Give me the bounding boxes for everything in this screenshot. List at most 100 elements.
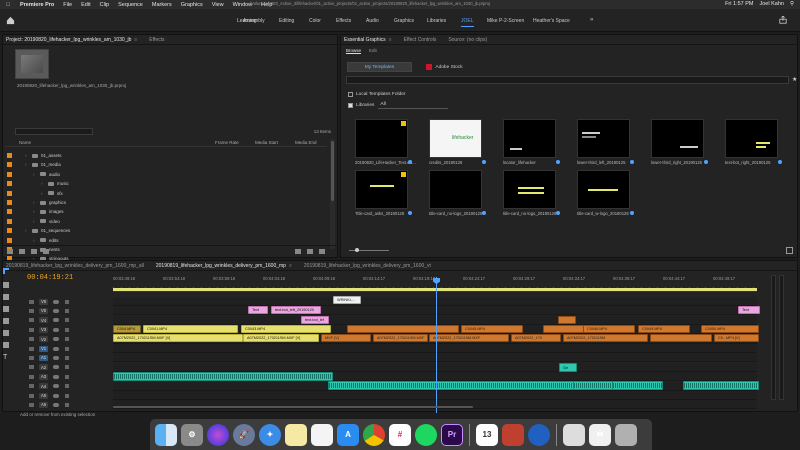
clip-audio[interactable]: Ge	[559, 363, 577, 372]
label-color-swatch[interactable]	[7, 218, 12, 224]
track-lane[interactable]	[113, 391, 757, 400]
panel-menu-icon[interactable]: ≡	[389, 37, 392, 43]
clip-video[interactable]: A07M2022_1702115M	[563, 334, 648, 342]
tab-essential-graphics[interactable]: Essential Graphics ≡	[344, 37, 392, 43]
clip-audio[interactable]	[113, 372, 333, 381]
tab-browse[interactable]: Browse	[346, 48, 362, 54]
project-bin-row[interactable]: › 01_media	[7, 160, 322, 169]
mail-icon[interactable]: ✉	[589, 423, 611, 446]
pen-tool-icon[interactable]	[3, 330, 9, 336]
track-target[interactable]: A4	[39, 383, 48, 390]
lock-icon[interactable]	[7, 249, 13, 254]
sync-lock-icon[interactable]	[65, 299, 69, 304]
calendar-icon[interactable]: 13	[476, 423, 498, 446]
workspace-graphics[interactable]: Graphics	[394, 18, 414, 24]
clip-video[interactable]: A07M2022_170211SM.MXF	[373, 334, 428, 342]
project-bin-row[interactable]: › 01_assets	[7, 151, 322, 160]
user-name[interactable]: Joel Kahn	[760, 1, 784, 7]
eye-icon[interactable]	[53, 299, 59, 304]
clip-video[interactable]: C0041.MP4	[143, 325, 238, 333]
solo-icon[interactable]	[65, 393, 69, 398]
premiere-pro-icon[interactable]: Pr	[441, 423, 463, 446]
more-workspaces-icon[interactable]: »	[590, 17, 593, 23]
finder-icon[interactable]	[155, 423, 177, 446]
work-area-bar[interactable]	[113, 288, 757, 291]
mute-icon[interactable]	[53, 365, 59, 370]
track-lane[interactable]	[113, 297, 757, 306]
template-item[interactable]: lower-third_left_20190125	[577, 119, 634, 165]
label-color-swatch[interactable]	[7, 228, 12, 234]
eye-icon[interactable]	[53, 318, 59, 323]
launchpad-icon[interactable]: 🚀	[233, 423, 255, 446]
label-color-swatch[interactable]	[7, 162, 12, 168]
mute-icon[interactable]	[53, 393, 59, 398]
label-color-swatch[interactable]	[7, 181, 12, 187]
track-target[interactable]: V2	[39, 336, 48, 343]
selection-tool-icon[interactable]	[3, 268, 9, 274]
track-target[interactable]: V3	[39, 326, 48, 333]
eye-icon[interactable]	[53, 346, 59, 351]
sync-lock-icon[interactable]	[65, 318, 69, 323]
solo-icon[interactable]	[65, 365, 69, 370]
workspace-audio[interactable]: Audio	[366, 18, 379, 24]
lock-icon[interactable]	[29, 365, 34, 370]
eye-icon[interactable]	[53, 308, 59, 313]
siri-icon[interactable]	[207, 423, 229, 446]
disclosure-triangle-icon[interactable]: ›	[33, 200, 37, 205]
apple-icon[interactable]: 	[6, 2, 14, 8]
project-bin-row[interactable]: › graphics	[7, 198, 322, 207]
home-icon[interactable]	[6, 16, 15, 25]
workspace-mike[interactable]: Mike P-2-Screen	[487, 18, 524, 24]
disclosure-triangle-icon[interactable]: ›	[33, 209, 37, 214]
app-store-icon[interactable]: A	[337, 423, 359, 446]
track-target[interactable]: A5	[39, 392, 48, 399]
checkbox-box[interactable]	[348, 102, 353, 108]
label-color-swatch[interactable]	[7, 209, 12, 215]
mute-icon[interactable]	[53, 384, 59, 389]
project-bin-row[interactable]: › images	[7, 207, 322, 216]
track-target[interactable]: A3	[39, 373, 48, 380]
label-color-swatch[interactable]	[7, 171, 12, 177]
tab-sequence-vt[interactable]: 20190819_lifehacker_lpg_wrinkles_deliver…	[304, 263, 431, 269]
template-item[interactable]: lower-third_right_20190125	[651, 119, 708, 165]
col-media-end[interactable]: Media End	[295, 140, 317, 145]
razor-tool-icon[interactable]	[3, 306, 9, 312]
clip-video[interactable]: A07M2022_170211SM.MXF [V]	[113, 334, 243, 342]
type-tool-icon[interactable]: T	[3, 354, 9, 361]
track-target[interactable]: A2	[39, 364, 48, 371]
workspace-heather[interactable]: Heather's Space	[533, 18, 570, 24]
template-item[interactable]: 20190820_LifeHacker_Text.ccl...	[355, 119, 416, 165]
menu-markers[interactable]: Markers	[152, 2, 172, 8]
template-item[interactable]: text-bot_right_20190125	[725, 119, 782, 165]
menu-sequence[interactable]: Sequence	[118, 2, 143, 8]
track-lane[interactable]	[113, 353, 757, 363]
slip-tool-icon[interactable]	[3, 318, 9, 324]
tab-source[interactable]: Source: (no clips)	[448, 37, 487, 43]
lock-icon[interactable]	[29, 318, 34, 323]
lock-icon[interactable]	[29, 299, 34, 304]
lock-icon[interactable]	[29, 346, 34, 351]
disclosure-triangle-icon[interactable]: ›	[25, 153, 29, 158]
spotify-icon[interactable]	[415, 423, 437, 446]
lock-icon[interactable]	[29, 327, 34, 332]
template-item[interactable]: Title-card_asks_20190128	[355, 170, 412, 216]
lock-icon[interactable]	[29, 308, 34, 313]
track-target[interactable]: V6	[39, 298, 48, 305]
track-lane[interactable]	[113, 344, 757, 353]
lock-icon[interactable]	[29, 384, 34, 389]
clip-graphic[interactable]: text-bot_lef	[301, 316, 329, 324]
label-color-swatch[interactable]	[7, 153, 12, 158]
menu-clip[interactable]: Clip	[100, 2, 109, 8]
menu-view[interactable]: View	[212, 2, 224, 8]
clip-graphic[interactable]: text-bot_left_20190120	[271, 306, 321, 314]
lock-icon[interactable]	[29, 402, 34, 407]
sync-lock-icon[interactable]	[65, 337, 69, 342]
timeline-scrollbar[interactable]	[113, 406, 473, 408]
template-item[interactable]: lifehacker credits_20190128	[429, 119, 486, 165]
sync-lock-icon[interactable]	[65, 346, 69, 351]
panel-menu-icon[interactable]: ≡	[134, 37, 137, 43]
workspace-effects[interactable]: Effects	[336, 18, 351, 24]
lock-icon[interactable]	[29, 337, 34, 342]
solo-icon[interactable]	[65, 355, 69, 360]
project-scrollbar[interactable]	[330, 139, 335, 249]
